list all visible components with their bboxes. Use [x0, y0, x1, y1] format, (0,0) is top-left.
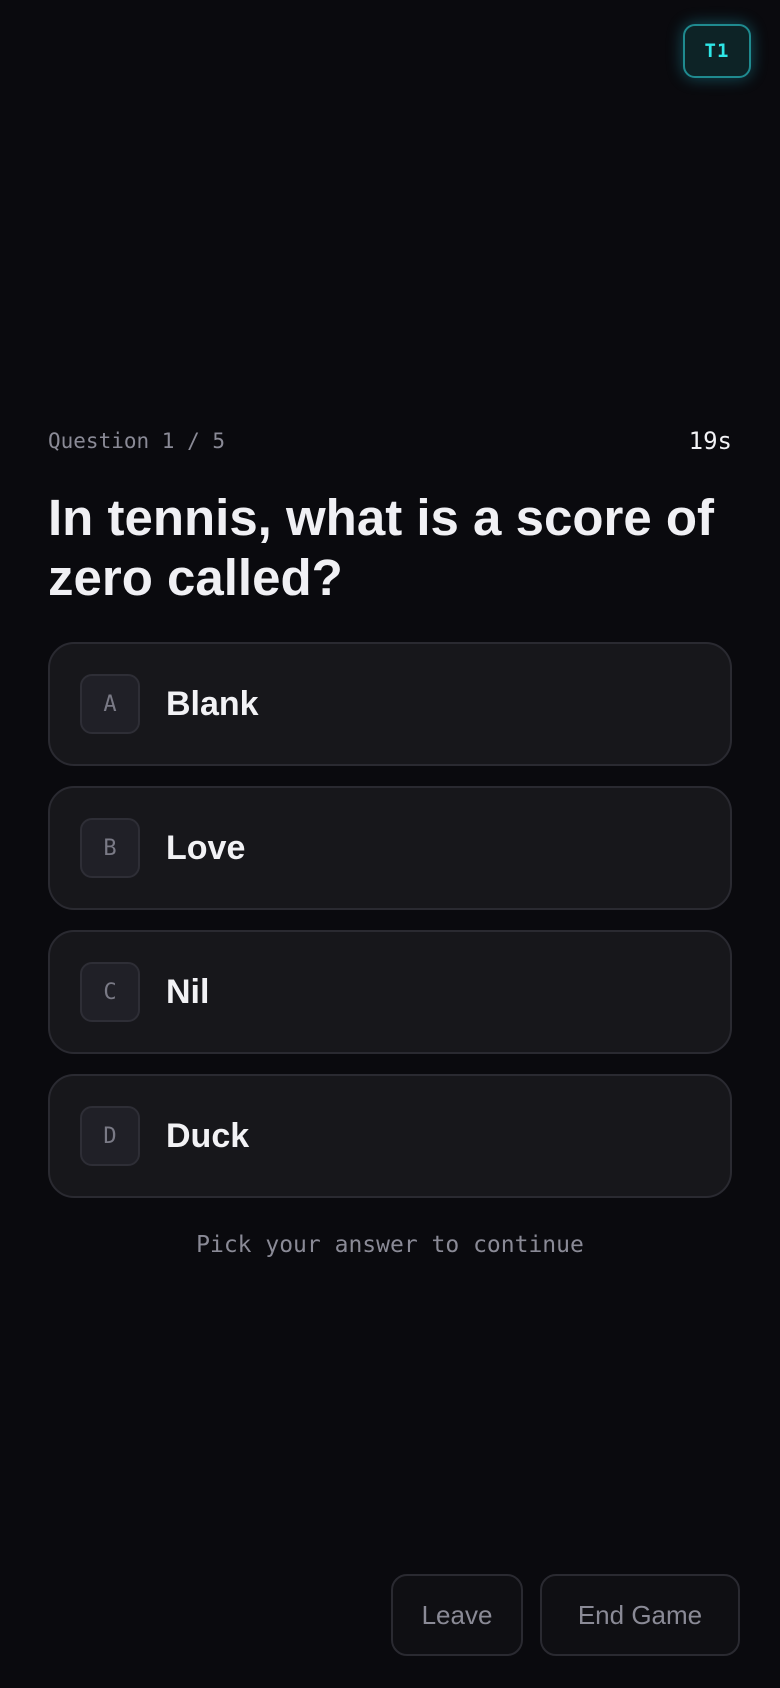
option-text: Nil	[166, 972, 210, 1011]
option-letter-badge: D	[80, 1106, 140, 1166]
option-text: Love	[166, 828, 246, 867]
option-text: Blank	[166, 684, 259, 723]
option-letter-badge: B	[80, 818, 140, 878]
question-text: In tennis, what is a score of zero calle…	[48, 489, 714, 606]
answer-hint: Pick your answer to continue	[196, 1232, 584, 1258]
question-counter: Question 1 / 5	[48, 429, 226, 453]
option-letter-badge: A	[80, 674, 140, 734]
end-game-button[interactable]: End Game	[540, 1574, 740, 1656]
question-meta-row: Question 1 / 5 19s	[48, 424, 732, 458]
option-text: Duck	[166, 1116, 250, 1155]
answer-option-c[interactable]: C Nil	[48, 930, 732, 1054]
option-letter-badge: C	[80, 962, 140, 1022]
answer-option-d[interactable]: D Duck	[48, 1074, 732, 1198]
answer-option-b[interactable]: B Love	[48, 786, 732, 910]
footer-actions: Leave End Game	[391, 1574, 740, 1656]
leave-button[interactable]: Leave	[391, 1574, 523, 1656]
team-badge[interactable]: T1	[683, 24, 751, 78]
answer-option-a[interactable]: A Blank	[48, 642, 732, 766]
countdown-timer: 19s	[688, 427, 732, 455]
answer-options: A Blank B Love C Nil D Duck	[48, 642, 732, 1218]
